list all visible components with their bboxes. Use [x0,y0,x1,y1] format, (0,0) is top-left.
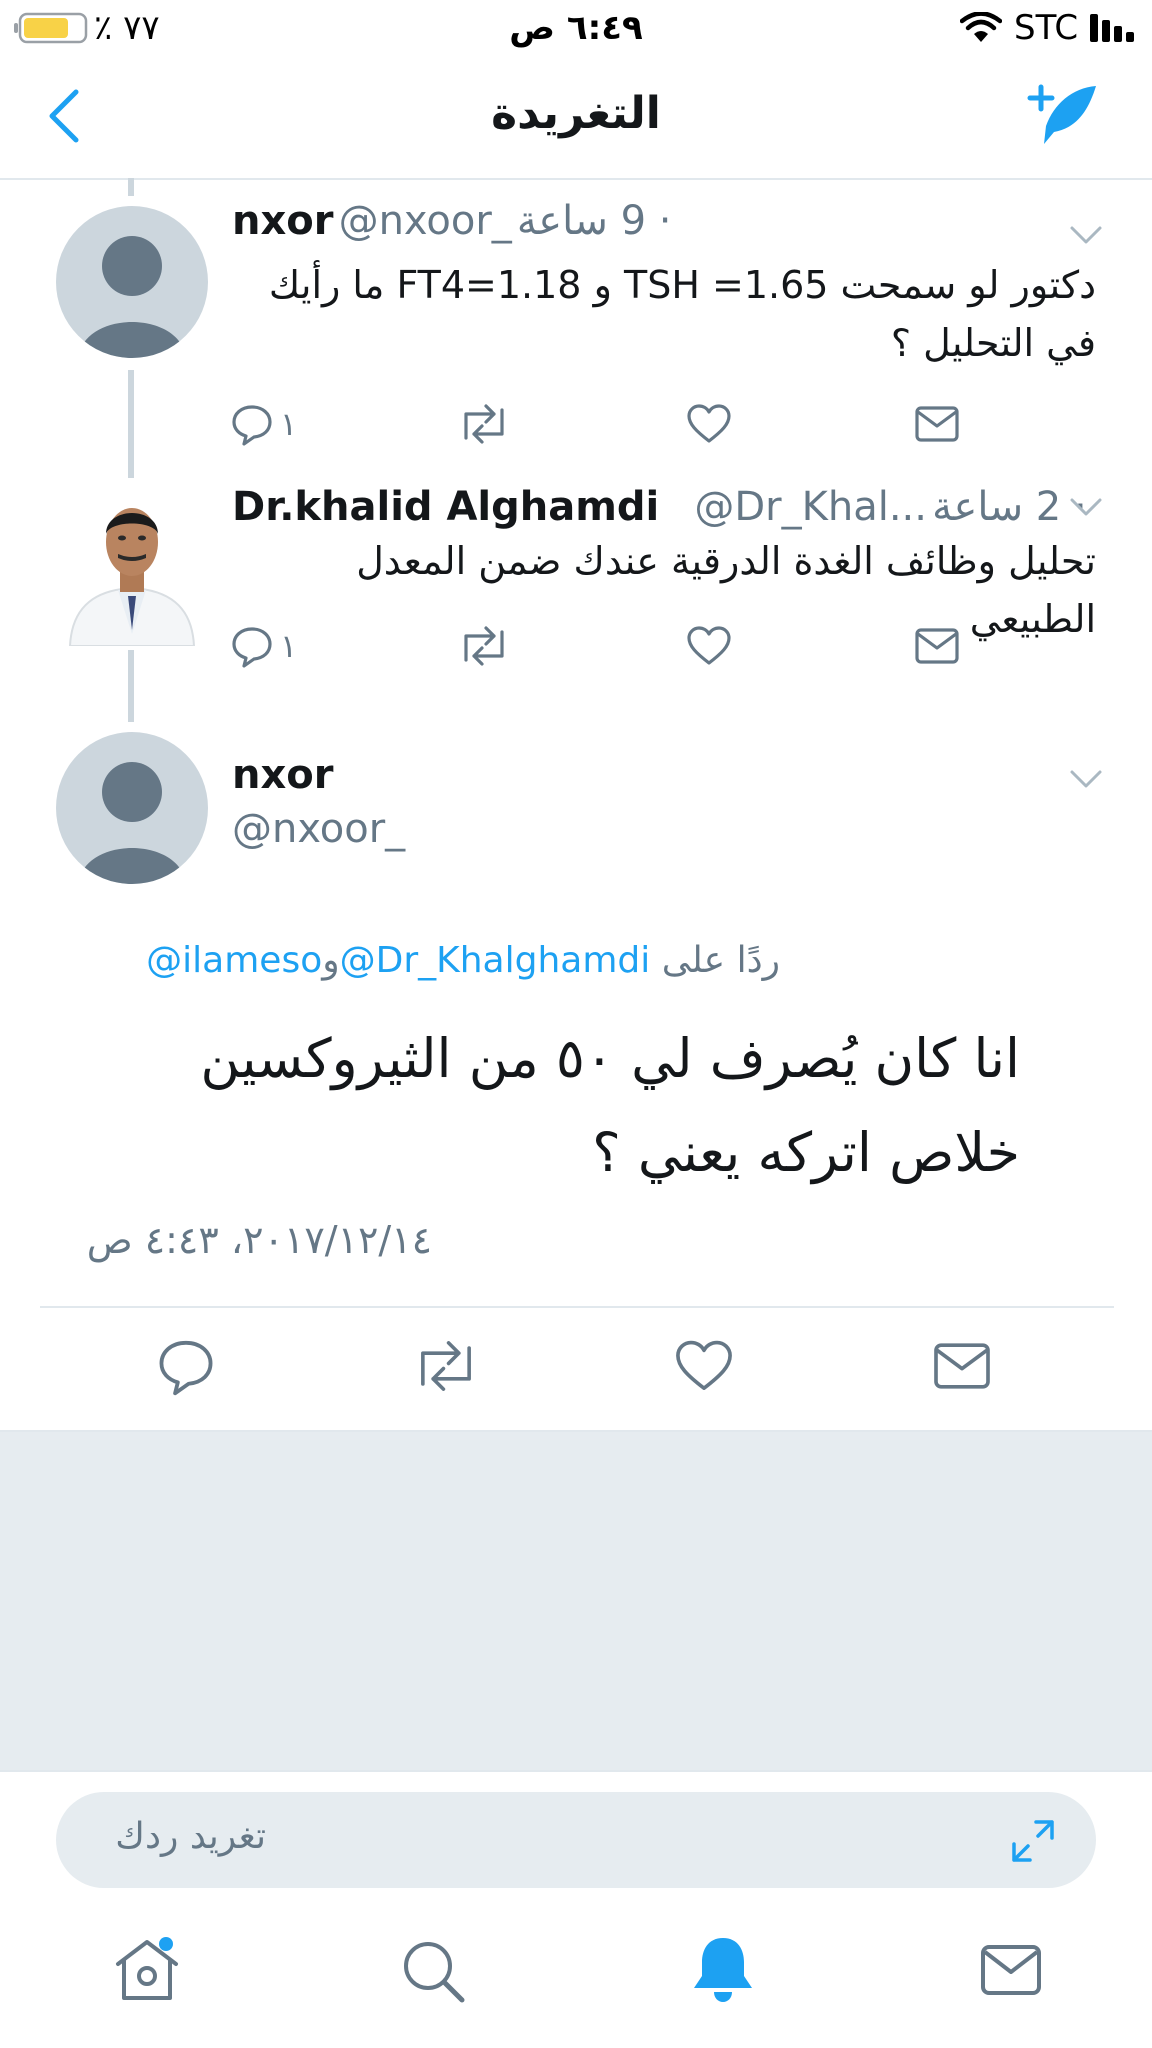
default-avatar-icon [78,236,186,358]
tab-notifications[interactable] [688,1934,758,2006]
envelope-icon [981,1945,1041,1995]
reply-to-user[interactable]: @Dr_Khalghamdi [340,940,651,981]
reply-placeholder: تغريد ردك [115,1816,266,1857]
reply-button[interactable] [156,1336,216,1396]
like-button[interactable] [686,616,732,676]
dm-button[interactable] [914,394,960,454]
chevron-down-icon[interactable] [1066,216,1106,256]
carrier-name: STC [1014,8,1079,48]
expand-arrows-icon [1012,1820,1054,1862]
like-button[interactable] [674,1338,734,1394]
reply-button[interactable]: ١ [230,394,297,454]
dm-button[interactable] [932,1340,992,1392]
tweet-actions: ١ [230,616,990,676]
wifi-icon [960,12,1002,44]
tweet-2[interactable]: Dr.khalid Alghamdi @Dr_Khal... · 2 ساعة … [0,480,1152,680]
signal-icon [1090,12,1138,44]
handle[interactable]: @nxoor_ [339,198,512,244]
handle[interactable]: @nxoor_ [232,806,405,852]
page-title: التغريدة [491,88,661,139]
expand-button[interactable] [1010,1818,1056,1864]
tab-search[interactable] [398,1936,468,2006]
reply-to-user[interactable]: @ilameso [146,940,322,981]
search-icon [404,1942,465,2003]
main-tweet-text: انا كان يُصرف لي ٥٠ من الثيروكسين خلاص ا… [200,1027,1020,1184]
retweet-icon [464,626,504,666]
nav-header: التغريدة [0,60,1152,180]
speech-bubble-icon [232,627,272,668]
envelope-icon [934,1343,990,1389]
empty-replies-area [0,1430,1152,1772]
heart-icon [676,1340,732,1390]
chevron-down-icon[interactable] [1066,488,1106,528]
tweet-time: · 9 ساعة [516,198,672,244]
retweet-button[interactable] [410,1336,482,1396]
reply-button[interactable]: ١ [230,616,297,676]
display-name[interactable]: Dr.khalid Alghamdi [232,484,659,530]
avatar[interactable] [56,732,208,884]
reply-count: ١ [280,627,298,665]
speech-bubble-icon [232,405,272,446]
heart-icon [687,626,731,665]
retweet-icon [421,1341,471,1391]
status-bar: ٪ ٧٧ ٦:٤٩ ص STC [0,0,1152,60]
avatar[interactable] [62,484,202,646]
reply-input[interactable]: تغريد ردك [56,1792,1096,1888]
display-name[interactable]: nxor [232,752,333,798]
tab-home[interactable] [110,1934,184,2008]
tweet-timestamp: ٢٠١٧/١٢/١٤، ٤:٤٣ ص [86,1218,432,1262]
tweet-actions: ١ [230,394,990,454]
envelope-icon [915,406,959,442]
speech-bubble-icon [159,1340,213,1396]
reply-count: ١ [280,405,298,443]
reply-to-prefix: ردًا على [661,940,780,981]
display-name[interactable]: nxor [232,198,333,244]
tweet-header: nxor @nxoor_ · 9 ساعة [232,198,671,244]
main-tweet: nxor @nxoor_ ردًا على @Dr_Khalghamdiو@il… [0,722,1152,1430]
dm-button[interactable] [914,616,960,676]
retweet-icon [464,404,504,444]
heart-icon [687,404,731,443]
tweet-header: Dr.khalid Alghamdi @Dr_Khal... · 2 ساعة [232,484,1087,530]
retweet-button[interactable] [456,616,512,676]
home-icon [116,1937,178,2000]
chevron-down-icon[interactable] [1066,760,1106,800]
feather-plus-icon [1027,84,1096,144]
divider [40,1306,1114,1308]
tweet-1[interactable]: nxor @nxoor_ · 9 ساعة دكتور لو سمحت TSH … [0,180,1152,480]
default-avatar-icon [78,762,186,884]
tweet-time: · 2 ساعة [932,484,1087,530]
retweet-button[interactable] [456,394,512,454]
reply-to-and: و [322,940,340,981]
tweet-text: دكتور لو سمحت TSH =1.65 و FT4=1.18 ما رأ… [268,263,1096,365]
like-button[interactable] [686,394,732,454]
avatar[interactable] [56,206,208,358]
compose-button[interactable] [1024,82,1104,152]
bell-icon [694,1938,752,2002]
envelope-icon [915,628,959,664]
tab-messages[interactable] [980,1942,1042,1998]
main-tweet-actions [0,1336,1152,1400]
doctor-photo [68,508,196,646]
reply-to-line: ردًا على @Dr_Khalghamdiو@ilameso [0,940,780,981]
handle[interactable]: @Dr_Khal... [694,484,927,530]
tab-bar [0,1900,1152,2048]
